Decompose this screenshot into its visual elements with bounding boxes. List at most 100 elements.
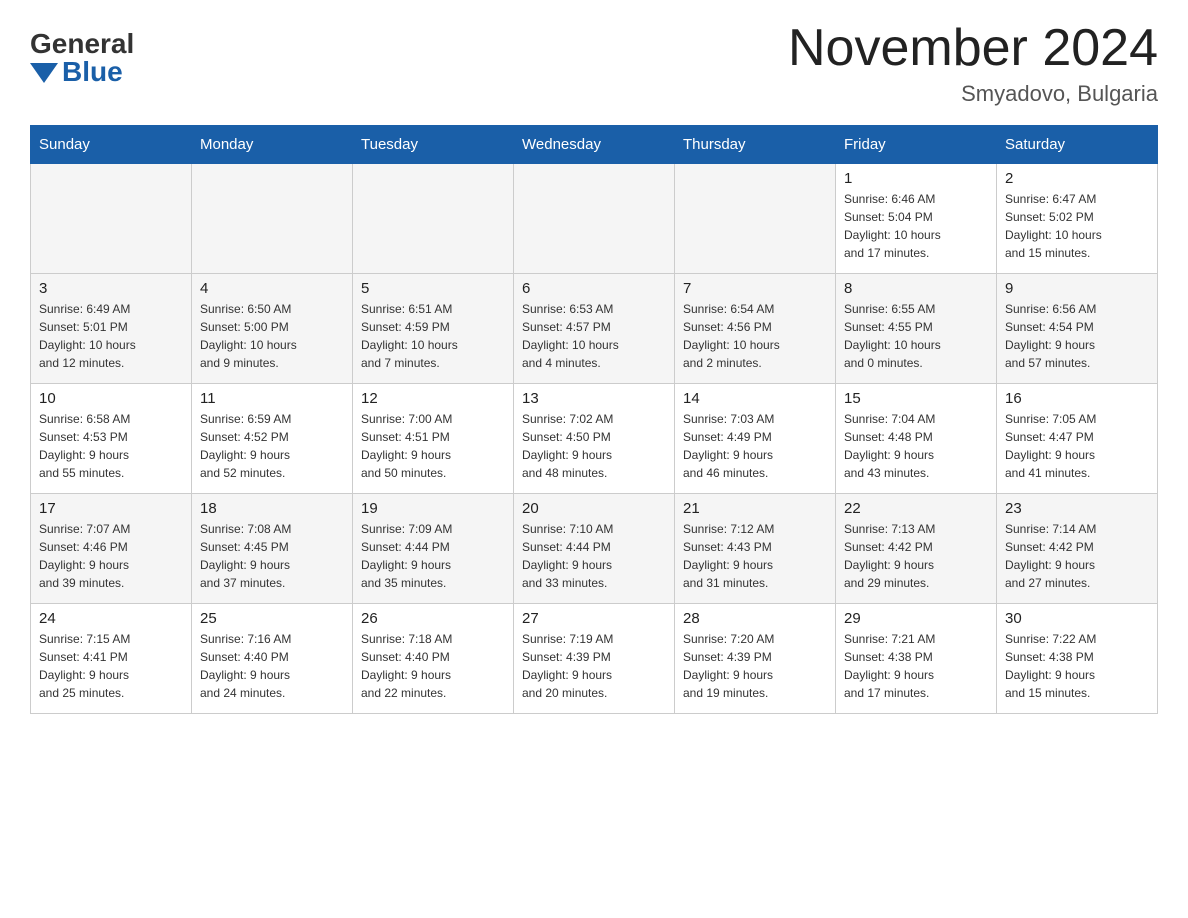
day-number: 11 [200, 390, 344, 407]
day-info: Sunrise: 6:58 AM Sunset: 4:53 PM Dayligh… [39, 410, 183, 482]
day-number: 19 [361, 500, 505, 517]
day-info: Sunrise: 7:02 AM Sunset: 4:50 PM Dayligh… [522, 410, 666, 482]
title-area: November 2024 Smyadovo, Bulgaria [788, 20, 1158, 107]
calendar-cell: 25 Sunrise: 7:16 AM Sunset: 4:40 PM Dayli… [192, 604, 353, 714]
calendar-cell: 19 Sunrise: 7:09 AM Sunset: 4:44 PM Dayli… [353, 494, 514, 604]
calendar-cell: 7 Sunrise: 6:54 AM Sunset: 4:56 PM Daylig… [675, 274, 836, 384]
day-info: Sunrise: 7:16 AM Sunset: 4:40 PM Dayligh… [200, 630, 344, 702]
month-title: November 2024 [788, 20, 1158, 77]
day-info: Sunrise: 7:19 AM Sunset: 4:39 PM Dayligh… [522, 630, 666, 702]
column-header-tuesday: Tuesday [353, 126, 514, 164]
column-header-friday: Friday [836, 126, 997, 164]
calendar-cell: 12 Sunrise: 7:00 AM Sunset: 4:51 PM Dayli… [353, 384, 514, 494]
calendar-cell: 5 Sunrise: 6:51 AM Sunset: 4:59 PM Daylig… [353, 274, 514, 384]
day-number: 13 [522, 390, 666, 407]
column-header-sunday: Sunday [31, 126, 192, 164]
day-info: Sunrise: 7:08 AM Sunset: 4:45 PM Dayligh… [200, 520, 344, 592]
day-number: 5 [361, 280, 505, 297]
calendar-cell: 30Sunrise: 7:22 AM Sunset: 4:38 PM Dayli… [997, 604, 1158, 714]
column-header-saturday: Saturday [997, 126, 1158, 164]
day-info: Sunrise: 7:15 AM Sunset: 4:41 PM Dayligh… [39, 630, 183, 702]
day-number: 22 [844, 500, 988, 517]
calendar-cell: 2 Sunrise: 6:47 AM Sunset: 5:02 PM Daylig… [997, 164, 1158, 274]
day-info: Sunrise: 7:12 AM Sunset: 4:43 PM Dayligh… [683, 520, 827, 592]
day-number: 21 [683, 500, 827, 517]
logo-triangle-icon [30, 63, 58, 83]
day-number: 29 [844, 610, 988, 627]
day-number: 26 [361, 610, 505, 627]
day-info: Sunrise: 7:20 AM Sunset: 4:39 PM Dayligh… [683, 630, 827, 702]
calendar-cell: 16 Sunrise: 7:05 AM Sunset: 4:47 PM Dayli… [997, 384, 1158, 494]
calendar-cell: 11Sunrise: 6:59 AM Sunset: 4:52 PM Dayli… [192, 384, 353, 494]
calendar-cell: 21 Sunrise: 7:12 AM Sunset: 4:43 PM Dayli… [675, 494, 836, 604]
day-info: Sunrise: 6:53 AM Sunset: 4:57 PM Dayligh… [522, 300, 666, 372]
column-header-wednesday: Wednesday [514, 126, 675, 164]
day-number: 10 [39, 390, 183, 407]
day-number: 28 [683, 610, 827, 627]
day-info: Sunrise: 6:55 AM Sunset: 4:55 PM Dayligh… [844, 300, 988, 372]
calendar-week-row: 3 Sunrise: 6:49 AM Sunset: 5:01 PM Daylig… [31, 274, 1158, 384]
logo: General Blue [30, 30, 134, 86]
day-number: 17 [39, 500, 183, 517]
calendar-cell [353, 164, 514, 274]
day-info: Sunrise: 6:56 AM Sunset: 4:54 PM Dayligh… [1005, 300, 1149, 372]
calendar-week-row: 1Sunrise: 6:46 AM Sunset: 5:04 PM Daylig… [31, 164, 1158, 274]
column-header-monday: Monday [192, 126, 353, 164]
day-info: Sunrise: 6:54 AM Sunset: 4:56 PM Dayligh… [683, 300, 827, 372]
calendar-cell [31, 164, 192, 274]
day-number: 7 [683, 280, 827, 297]
calendar-week-row: 10 Sunrise: 6:58 AM Sunset: 4:53 PM Dayli… [31, 384, 1158, 494]
calendar-cell: 14Sunrise: 7:03 AM Sunset: 4:49 PM Dayli… [675, 384, 836, 494]
day-number: 24 [39, 610, 183, 627]
day-number: 25 [200, 610, 344, 627]
day-number: 16 [1005, 390, 1149, 407]
day-number: 12 [361, 390, 505, 407]
day-number: 27 [522, 610, 666, 627]
day-number: 1 [844, 170, 988, 187]
day-info: Sunrise: 7:21 AM Sunset: 4:38 PM Dayligh… [844, 630, 988, 702]
calendar-cell: 15 Sunrise: 7:04 AM Sunset: 4:48 PM Dayli… [836, 384, 997, 494]
day-info: Sunrise: 7:05 AM Sunset: 4:47 PM Dayligh… [1005, 410, 1149, 482]
calendar-cell: 24 Sunrise: 7:15 AM Sunset: 4:41 PM Dayli… [31, 604, 192, 714]
calendar-cell: 17Sunrise: 7:07 AM Sunset: 4:46 PM Dayli… [31, 494, 192, 604]
calendar-cell: 9 Sunrise: 6:56 AM Sunset: 4:54 PM Daylig… [997, 274, 1158, 384]
day-info: Sunrise: 7:00 AM Sunset: 4:51 PM Dayligh… [361, 410, 505, 482]
day-info: Sunrise: 6:51 AM Sunset: 4:59 PM Dayligh… [361, 300, 505, 372]
calendar-cell: 8Sunrise: 6:55 AM Sunset: 4:55 PM Daylig… [836, 274, 997, 384]
day-number: 2 [1005, 170, 1149, 187]
calendar-cell: 3 Sunrise: 6:49 AM Sunset: 5:01 PM Daylig… [31, 274, 192, 384]
calendar-cell: 10 Sunrise: 6:58 AM Sunset: 4:53 PM Dayli… [31, 384, 192, 494]
calendar-cell: 22 Sunrise: 7:13 AM Sunset: 4:42 PM Dayli… [836, 494, 997, 604]
day-info: Sunrise: 7:14 AM Sunset: 4:42 PM Dayligh… [1005, 520, 1149, 592]
calendar-week-row: 17Sunrise: 7:07 AM Sunset: 4:46 PM Dayli… [31, 494, 1158, 604]
day-number: 9 [1005, 280, 1149, 297]
day-number: 4 [200, 280, 344, 297]
calendar-cell: 20 Sunrise: 7:10 AM Sunset: 4:44 PM Dayli… [514, 494, 675, 604]
calendar-cell [514, 164, 675, 274]
day-info: Sunrise: 7:09 AM Sunset: 4:44 PM Dayligh… [361, 520, 505, 592]
day-number: 20 [522, 500, 666, 517]
day-number: 3 [39, 280, 183, 297]
calendar-table: SundayMondayTuesdayWednesdayThursdayFrid… [30, 125, 1158, 714]
calendar-cell: 23Sunrise: 7:14 AM Sunset: 4:42 PM Dayli… [997, 494, 1158, 604]
calendar-cell: 18 Sunrise: 7:08 AM Sunset: 4:45 PM Dayli… [192, 494, 353, 604]
day-number: 15 [844, 390, 988, 407]
calendar-cell: 6 Sunrise: 6:53 AM Sunset: 4:57 PM Daylig… [514, 274, 675, 384]
day-info: Sunrise: 6:49 AM Sunset: 5:01 PM Dayligh… [39, 300, 183, 372]
day-number: 18 [200, 500, 344, 517]
day-info: Sunrise: 7:03 AM Sunset: 4:49 PM Dayligh… [683, 410, 827, 482]
calendar-cell [192, 164, 353, 274]
day-info: Sunrise: 6:47 AM Sunset: 5:02 PM Dayligh… [1005, 190, 1149, 262]
day-info: Sunrise: 7:04 AM Sunset: 4:48 PM Dayligh… [844, 410, 988, 482]
day-info: Sunrise: 6:50 AM Sunset: 5:00 PM Dayligh… [200, 300, 344, 372]
day-number: 6 [522, 280, 666, 297]
calendar-cell: 1Sunrise: 6:46 AM Sunset: 5:04 PM Daylig… [836, 164, 997, 274]
location-title: Smyadovo, Bulgaria [788, 81, 1158, 107]
logo-general-text: General [30, 30, 134, 58]
calendar-cell: 27 Sunrise: 7:19 AM Sunset: 4:39 PM Dayli… [514, 604, 675, 714]
logo-blue-text: Blue [62, 58, 123, 86]
day-info: Sunrise: 7:13 AM Sunset: 4:42 PM Dayligh… [844, 520, 988, 592]
calendar-cell: 4 Sunrise: 6:50 AM Sunset: 5:00 PM Daylig… [192, 274, 353, 384]
calendar-cell: 28 Sunrise: 7:20 AM Sunset: 4:39 PM Dayli… [675, 604, 836, 714]
day-info: Sunrise: 7:10 AM Sunset: 4:44 PM Dayligh… [522, 520, 666, 592]
